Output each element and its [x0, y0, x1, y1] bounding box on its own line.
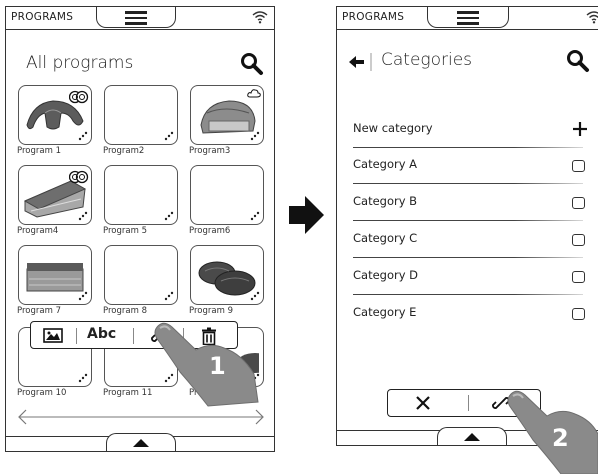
divider: [353, 183, 583, 184]
category-row[interactable]: Category A: [353, 148, 585, 184]
program-tile[interactable]: [18, 165, 92, 225]
top-bar: PROGRAMS: [337, 7, 598, 30]
page-title: Categories: [381, 50, 473, 70]
category-checkbox[interactable]: [572, 308, 585, 320]
finger-tap-icon: [154, 322, 259, 407]
categories-screen: PROGRAMS Categories New category Categor…: [336, 6, 598, 446]
category-label: Category B: [353, 194, 418, 208]
image-icon[interactable]: [43, 328, 63, 343]
scroll-bar[interactable]: [16, 407, 266, 427]
category-row[interactable]: Category E: [353, 296, 585, 332]
program-tile[interactable]: [104, 85, 178, 145]
divider: [353, 220, 583, 221]
search-icon[interactable]: [240, 52, 264, 76]
step-badge-1: 1: [209, 352, 226, 380]
hamburger-icon[interactable]: [125, 11, 147, 28]
category-checkbox[interactable]: [572, 197, 585, 209]
text-icon[interactable]: Abc: [87, 326, 116, 342]
category-row[interactable]: Category C: [353, 222, 585, 258]
back-arrow-icon[interactable]: [349, 53, 375, 71]
right-arrow-icon: [289, 196, 324, 234]
program-label: Program 11: [103, 388, 153, 398]
topbar-label: PROGRAMS: [342, 11, 405, 23]
more-options-icon[interactable]: [78, 291, 88, 301]
category-label: Category A: [353, 157, 418, 171]
menu-tab[interactable]: [96, 7, 176, 28]
search-icon[interactable]: [566, 49, 590, 73]
more-options-icon[interactable]: [250, 291, 260, 301]
close-icon[interactable]: [416, 396, 430, 410]
more-options-icon[interactable]: [164, 291, 174, 301]
more-options-icon[interactable]: [164, 211, 174, 221]
program-label: Program6: [189, 226, 231, 236]
flags-icon: [69, 90, 89, 104]
category-checkbox[interactable]: [572, 160, 585, 172]
bottom-bar: [6, 433, 274, 451]
new-category-row[interactable]: New category: [353, 112, 587, 148]
program-tile[interactable]: [190, 165, 264, 225]
more-options-icon[interactable]: [250, 211, 260, 221]
step-badge-2: 2: [552, 424, 569, 452]
program-label: Program 5: [103, 226, 147, 236]
category-checkbox[interactable]: [572, 271, 585, 283]
menu-tab[interactable]: [427, 7, 509, 28]
category-label: Category D: [353, 268, 419, 282]
expand-tab[interactable]: [106, 433, 176, 451]
program-tile[interactable]: [190, 245, 264, 305]
wifi-icon: [252, 11, 268, 24]
hamburger-icon[interactable]: [457, 11, 479, 28]
program-tile[interactable]: [104, 165, 178, 225]
program-tile[interactable]: [190, 85, 264, 145]
program-label: Program3: [189, 146, 231, 156]
page-title: All programs: [26, 53, 134, 73]
chevron-up-icon[interactable]: [464, 433, 480, 441]
program-tile[interactable]: [18, 85, 92, 145]
program-label: Program2: [103, 146, 145, 156]
wifi-icon: [586, 11, 598, 24]
program-tile[interactable]: [104, 245, 178, 305]
chevron-up-icon[interactable]: [133, 439, 149, 447]
program-label: Program 7: [17, 306, 61, 316]
category-row[interactable]: Category B: [353, 185, 585, 221]
program-label: Program4: [17, 226, 59, 236]
category-checkbox[interactable]: [572, 234, 585, 246]
program-label: Program 9: [189, 306, 233, 316]
flags-icon: [69, 170, 89, 184]
more-options-icon[interactable]: [164, 131, 174, 141]
more-options-icon[interactable]: [78, 211, 88, 221]
more-options-icon[interactable]: [250, 131, 260, 141]
program-label: Program 8: [103, 306, 147, 316]
more-options-icon[interactable]: [78, 131, 88, 141]
program-label: Program 10: [17, 388, 67, 398]
category-row[interactable]: Category D: [353, 259, 585, 295]
plus-icon[interactable]: [573, 122, 587, 136]
topbar-label: PROGRAMS: [11, 11, 74, 23]
divider: [353, 257, 583, 258]
program-label: Program 1: [17, 146, 61, 156]
more-options-icon[interactable]: [78, 373, 88, 383]
program-tile[interactable]: [18, 245, 92, 305]
category-label: Category C: [353, 231, 418, 245]
expand-tab[interactable]: [437, 427, 507, 445]
top-bar: PROGRAMS: [6, 7, 274, 30]
category-label: Category E: [353, 305, 417, 319]
divider: [353, 294, 583, 295]
cloud-icon: [247, 89, 261, 98]
new-category-label: New category: [353, 121, 433, 135]
